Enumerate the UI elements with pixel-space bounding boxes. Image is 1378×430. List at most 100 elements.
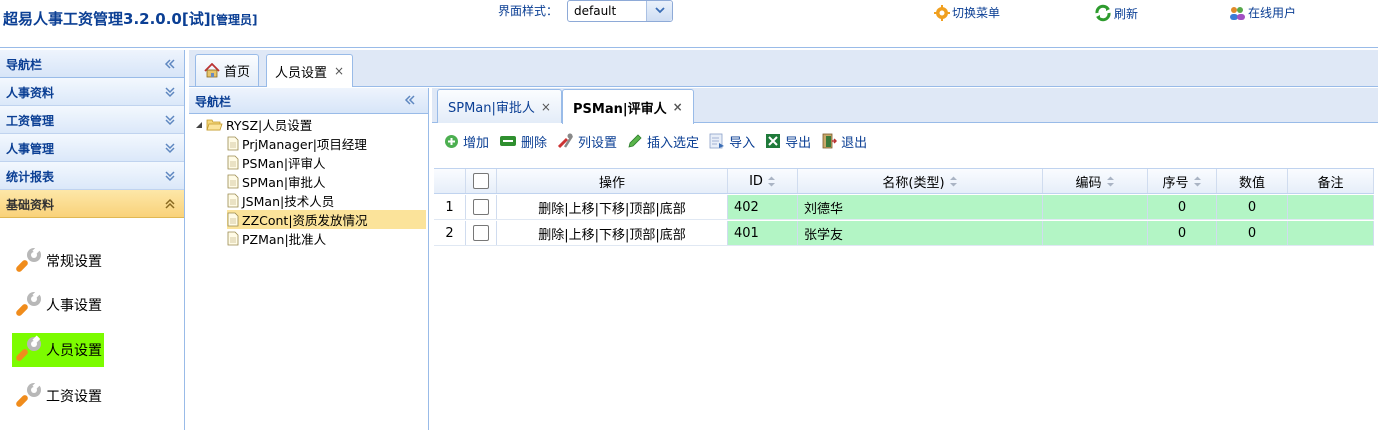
sort-icon [1193, 176, 1201, 186]
outer-tab-bar: 首页 人员设置 × [189, 50, 1378, 87]
table-row[interactable]: 2 删除|上移|下移|顶部|底部 401 张学友 0 0 [434, 221, 1374, 246]
tab-spman-label: SPMan|审批人 [448, 101, 535, 116]
tree-node-prjmanager[interactable]: PrjManager|项目经理 [227, 134, 367, 153]
import-button[interactable]: 导入 [709, 132, 755, 151]
sort-icon [1106, 176, 1114, 186]
theme-select[interactable]: default [567, 0, 673, 22]
close-icon[interactable]: × [334, 64, 344, 78]
col-seq-header[interactable]: 序号 [1148, 169, 1217, 193]
col-seq-label: 序号 [1162, 175, 1189, 191]
tree-node-label: SPMan|审批人 [242, 175, 326, 190]
refresh-link[interactable]: 刷新 [1094, 4, 1138, 22]
left-nav: 导航栏 人事资料 工资管理 人事管理 统计报表 基础资料 常规设置 人事设置 人… [0, 50, 185, 430]
tab-personnel-settings-label: 人员设置 [275, 65, 328, 81]
exit-icon [822, 133, 838, 149]
nav-section-hr-management[interactable]: 人事管理 [0, 134, 184, 162]
col-action-label: 操作 [598, 175, 625, 191]
tools-icon [557, 133, 574, 149]
cell-seq: 0 [1148, 221, 1217, 245]
tab-spman[interactable]: SPMan|审批人 × [437, 89, 562, 123]
tree-root[interactable]: RYSZ|人员设置 [195, 115, 312, 134]
tree-node-psman[interactable]: PSMan|评审人 [227, 153, 326, 172]
file-icon [227, 136, 239, 151]
nav-item-label: 常规设置 [46, 254, 102, 270]
expanded-triangle-icon[interactable] [195, 121, 203, 129]
tab-home-label: 首页 [224, 65, 251, 80]
export-icon [766, 134, 781, 148]
col-id-header[interactable]: ID [728, 169, 798, 193]
online-users-link[interactable]: 在线用户 [1228, 4, 1296, 21]
col-name-header[interactable]: 名称(类型) [798, 169, 1043, 193]
nav-item-salary-settings[interactable]: 工资设置 [12, 379, 102, 413]
nav-section-payroll[interactable]: 工资管理 [0, 106, 184, 134]
tab-personnel-settings[interactable]: 人员设置 × [266, 54, 354, 87]
switch-menu-link[interactable]: 切换菜单 [934, 4, 1000, 21]
delete-button[interactable]: 删除 [499, 132, 547, 151]
nav-section-reports[interactable]: 统计报表 [0, 162, 184, 190]
column-settings-button[interactable]: 列设置 [557, 132, 617, 151]
cell-seq: 0 [1148, 195, 1217, 219]
import-icon [709, 133, 725, 149]
tree-title: 导航栏 [195, 95, 232, 109]
nav-item-hr-settings[interactable]: 人事设置 [12, 288, 102, 322]
expand-down-icon [165, 115, 175, 126]
close-icon[interactable]: × [673, 100, 683, 114]
chevron-down-icon[interactable] [646, 1, 672, 21]
inner-tab-bar: SPMan|审批人 × PSMan|评审人 × [432, 88, 1378, 124]
collapse-left-icon[interactable] [404, 94, 416, 106]
tab-home[interactable]: 首页 [195, 54, 260, 86]
app-title-main: 超易人事工资管理3.2.0.0[试] [3, 10, 211, 28]
nav-section-hr-data[interactable]: 人事资料 [0, 78, 184, 106]
tree-node-zzcont[interactable]: ZZCont|资质发放情况 [227, 210, 426, 229]
theme-label: 界面样式： [498, 4, 559, 18]
file-icon [227, 174, 239, 189]
row-number: 1 [434, 195, 466, 219]
nav-item-label: 工资设置 [46, 389, 102, 405]
row-actions[interactable]: 删除|上移|下移|顶部|底部 [497, 195, 728, 219]
tree-node-label: PZMan|批准人 [242, 232, 327, 247]
file-icon [227, 193, 239, 208]
row-checkbox[interactable] [473, 199, 489, 215]
nav-item-general-settings[interactable]: 常规设置 [12, 244, 102, 278]
column-settings-label: 列设置 [578, 135, 618, 151]
exit-button[interactable]: 退出 [821, 132, 867, 151]
tree-node-jsman[interactable]: JSMan|技术人员 [227, 191, 334, 210]
row-select-cell [466, 195, 497, 219]
wrench-icon [16, 246, 41, 272]
collapse-left-icon[interactable] [164, 58, 176, 70]
col-action-header: 操作 [497, 169, 728, 193]
tree-node-pzman[interactable]: PZMan|批准人 [227, 229, 326, 248]
tab-psman[interactable]: PSMan|评审人 × [562, 89, 694, 124]
table-row[interactable]: 1 删除|上移|下移|顶部|底部 402 刘德华 0 0 [434, 195, 1374, 220]
nav-item-personnel-settings[interactable]: 人员设置 [12, 333, 104, 367]
app-title: 超易人事工资管理3.2.0.0[试][管理员] [3, 8, 258, 29]
nav-section-basic-data[interactable]: 基础资料 [0, 190, 184, 218]
online-users-label: 在线用户 [1248, 6, 1297, 20]
refresh-icon [1095, 4, 1111, 22]
online-users-icon [1230, 6, 1245, 20]
tree-root-label: RYSZ|人员设置 [226, 118, 313, 133]
tree-node-spman[interactable]: SPMan|审批人 [227, 172, 326, 191]
tree-node-label: PrjManager|项目经理 [242, 137, 367, 152]
add-button[interactable]: 增加 [444, 132, 489, 151]
select-all-checkbox[interactable] [473, 173, 489, 189]
cell-value: 0 [1217, 221, 1288, 245]
wrench-icon [16, 335, 41, 361]
export-button[interactable]: 导出 [765, 132, 811, 151]
col-code-label: 编码 [1075, 175, 1102, 191]
sort-icon [767, 176, 775, 186]
row-actions[interactable]: 删除|上移|下移|顶部|底部 [497, 221, 728, 245]
col-value-label: 数值 [1238, 175, 1265, 191]
exit-button-label: 退出 [841, 135, 868, 151]
folder-open-icon [206, 119, 223, 130]
row-checkbox[interactable] [473, 225, 489, 241]
col-code-header[interactable]: 编码 [1043, 169, 1148, 193]
add-icon [445, 134, 458, 148]
file-icon [227, 231, 239, 246]
insert-selected-button[interactable]: 插入选定 [627, 132, 699, 151]
file-icon [227, 212, 239, 227]
col-id-label: ID [749, 173, 763, 189]
insert-selected-label: 插入选定 [647, 135, 700, 151]
tab-psman-label: PSMan|评审人 [573, 101, 667, 117]
close-icon[interactable]: × [541, 100, 551, 114]
